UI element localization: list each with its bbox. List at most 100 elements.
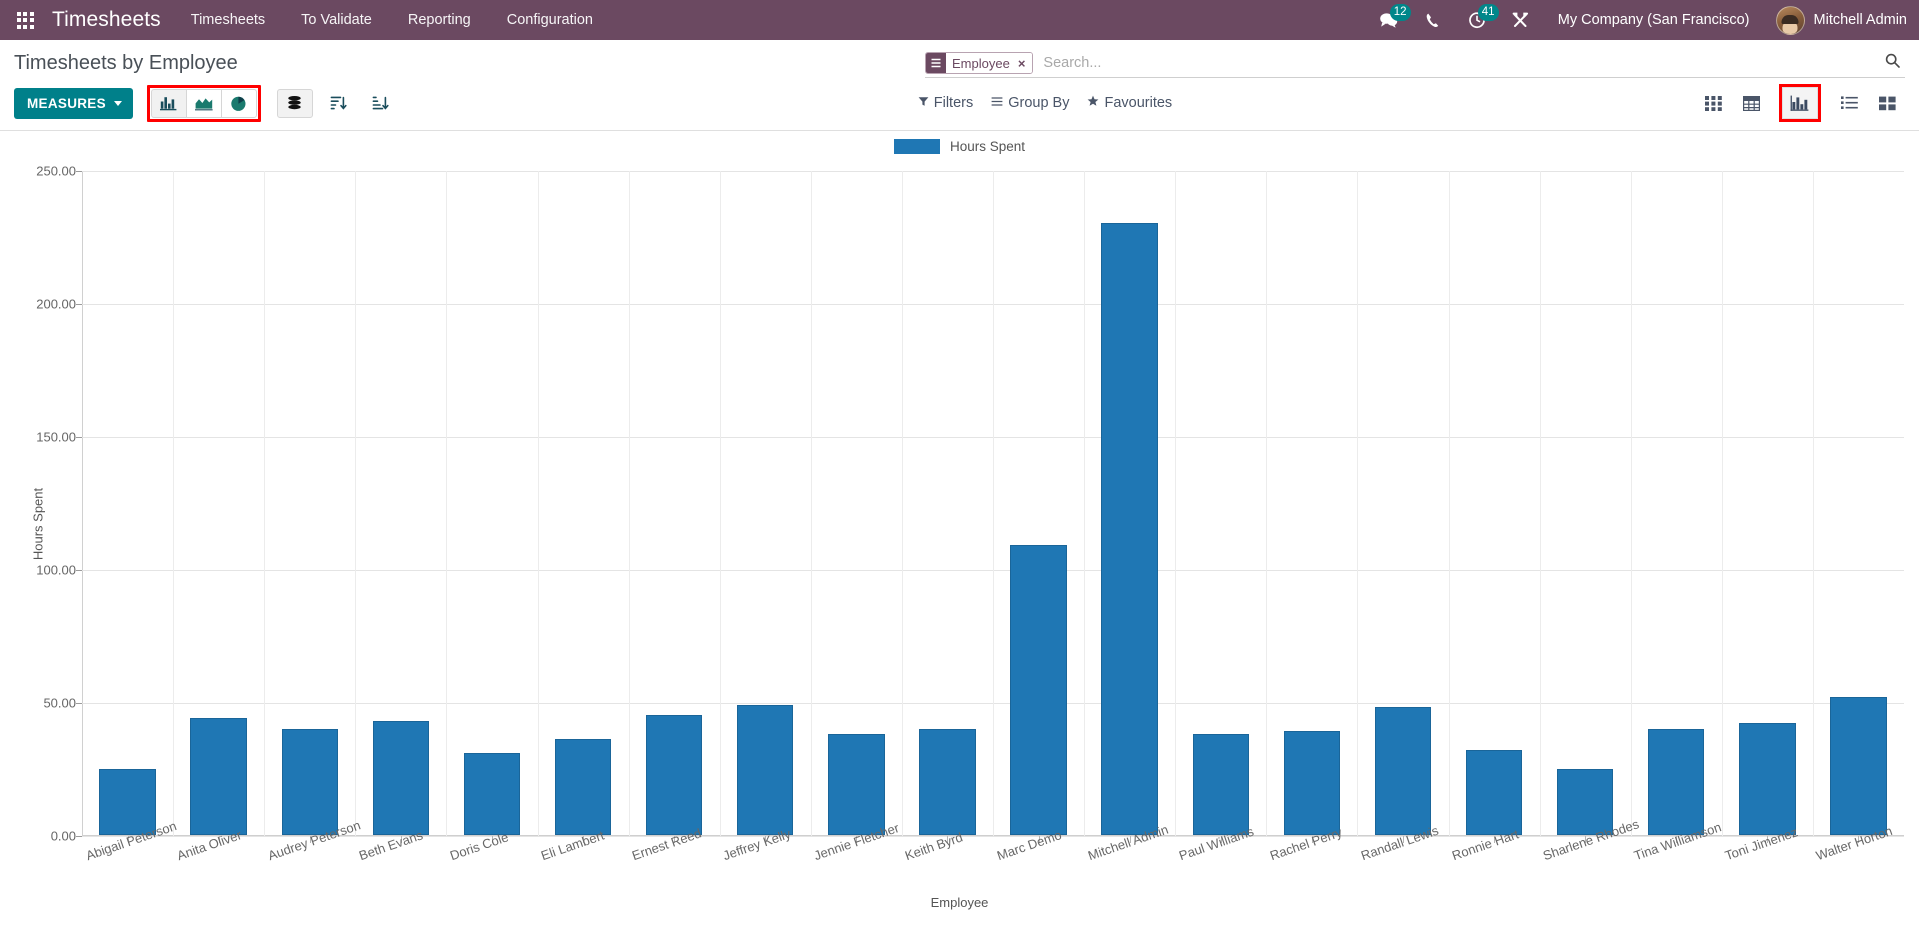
y-tick-mark (76, 703, 82, 704)
x-gridline (1812, 171, 1814, 836)
messages-badge: 12 (1389, 4, 1411, 21)
chevron-down-icon (113, 100, 122, 106)
crossed-tools-icon (1512, 12, 1529, 29)
graph-view-container: Hours Spent Hours Spent 0.00 50.00 100.00 1… (0, 131, 1919, 916)
chart-bar[interactable] (372, 720, 430, 835)
top-navbar: Timesheets Timesheets To Validate Report… (0, 0, 1919, 40)
x-gridline (810, 171, 812, 836)
control-panel-top-row: Timesheets by Employee Employee × (0, 40, 1919, 78)
legend-label-hours-spent: Hours Spent (949, 139, 1026, 154)
y-tick-label: 0.00 (50, 828, 76, 844)
y-tick-mark (76, 171, 82, 172)
y-tick-label: 50.00 (43, 695, 76, 711)
sort-ascending-button[interactable] (365, 89, 397, 118)
chart-bar[interactable] (99, 768, 156, 835)
chart-bar[interactable] (1101, 223, 1158, 835)
chart-bar[interactable] (1556, 768, 1614, 835)
favourites-dropdown[interactable]: Favourites (1087, 95, 1172, 111)
grid-view-button[interactable] (1871, 88, 1905, 118)
search-submit-button[interactable] (1879, 53, 1905, 73)
navbar-right-cluster: 12 41 My Company (San Francisco) Mitchel… (1368, 0, 1907, 40)
chart-bar[interactable] (190, 717, 247, 835)
x-gridline (355, 171, 357, 836)
control-panel-bottom-row: MEASURES Filters Group By Favourites (0, 78, 1919, 130)
chart-bar[interactable] (1648, 728, 1705, 835)
chart-legend[interactable]: Hours Spent (0, 139, 1919, 154)
x-gridline (1721, 171, 1723, 836)
menu-to-validate[interactable]: To Validate (283, 0, 390, 40)
chart-bar[interactable] (463, 752, 521, 835)
search-facet-remove[interactable]: × (1015, 53, 1033, 73)
chart-bar[interactable] (1283, 731, 1341, 835)
groupby-dropdown[interactable]: Group By (991, 95, 1069, 111)
phone-button[interactable] (1412, 0, 1454, 40)
x-gridline (1357, 171, 1359, 836)
view-switcher (1693, 84, 1905, 122)
y-axis-title: Hours Spent (30, 487, 46, 560)
menu-timesheets[interactable]: Timesheets (173, 0, 283, 40)
list-view-button[interactable] (1833, 88, 1867, 118)
app-brand-title[interactable]: Timesheets (52, 8, 161, 32)
company-switcher[interactable]: My Company (San Francisco) (1544, 12, 1764, 28)
activity-button[interactable]: 41 (1456, 0, 1499, 40)
activity-badge: 41 (1477, 4, 1499, 21)
x-gridline (1266, 171, 1268, 836)
measures-button[interactable]: MEASURES (14, 87, 133, 119)
pie-chart-button[interactable] (220, 88, 257, 118)
chart-bar[interactable] (1830, 696, 1887, 835)
graph-view-button[interactable] (1778, 84, 1821, 122)
stacked-toggle-button[interactable] (276, 88, 313, 118)
kanban-view-button[interactable] (1697, 88, 1731, 118)
menu-configuration[interactable]: Configuration (489, 0, 611, 40)
chart-bar[interactable] (1010, 545, 1067, 835)
chart-bar[interactable] (1739, 723, 1796, 835)
chart-bar[interactable] (737, 704, 794, 835)
chart-bar[interactable] (919, 728, 976, 835)
chart-bar[interactable] (645, 715, 703, 835)
avatar (1775, 5, 1805, 35)
x-gridline (173, 171, 175, 836)
x-gridline (1630, 171, 1632, 836)
line-chart-button[interactable] (185, 88, 222, 118)
x-gridline (1175, 171, 1177, 836)
x-gridline (264, 171, 266, 836)
y-tick-mark (76, 304, 82, 305)
y-tick-label: 250.00 (36, 163, 76, 179)
y-tick-label: 200.00 (36, 296, 76, 312)
x-gridline (446, 171, 448, 836)
y-tick-mark (76, 836, 82, 837)
group-by-lines-icon (991, 95, 1003, 111)
user-menu[interactable]: Mitchell Admin (1766, 5, 1907, 35)
y-tick-mark (76, 437, 82, 438)
chart-bar[interactable] (828, 733, 885, 835)
chart-bar[interactable] (1374, 707, 1432, 835)
filters-dropdown[interactable]: Filters (918, 95, 973, 111)
chart-bar[interactable] (281, 728, 338, 835)
chart-bar[interactable] (554, 739, 612, 835)
search-facet-label: Employee (946, 53, 1016, 73)
star-icon (1087, 95, 1099, 111)
pivot-view-button[interactable] (1735, 88, 1769, 118)
search-facet-employee[interactable]: Employee × (925, 52, 1034, 74)
group-by-icon (926, 53, 946, 73)
groupby-label: Group By (1008, 95, 1070, 111)
x-axis-title: Employee (930, 895, 989, 910)
chart-bar[interactable] (1465, 749, 1523, 835)
bar-chart-button[interactable] (150, 88, 187, 118)
chart-bar[interactable] (1192, 733, 1249, 835)
tools-button[interactable] (1500, 0, 1542, 40)
menu-reporting[interactable]: Reporting (390, 0, 489, 40)
x-gridline (1084, 171, 1086, 836)
filter-menu-group: Filters Group By Favourites (918, 95, 1172, 111)
filters-label: Filters (933, 95, 974, 111)
control-panel: Timesheets by Employee Employee × Search… (0, 40, 1919, 131)
search-input[interactable] (1039, 54, 1879, 72)
messages-button[interactable]: 12 (1368, 0, 1411, 40)
x-gridline (993, 171, 994, 836)
apps-menu-toggle[interactable] (6, 0, 44, 40)
sort-descending-button[interactable] (323, 89, 355, 118)
x-gridline (537, 171, 539, 836)
favourites-label: Favourites (1104, 95, 1173, 111)
apps-grid-icon (16, 11, 34, 29)
user-menu-label: Mitchell Admin (1813, 12, 1907, 28)
